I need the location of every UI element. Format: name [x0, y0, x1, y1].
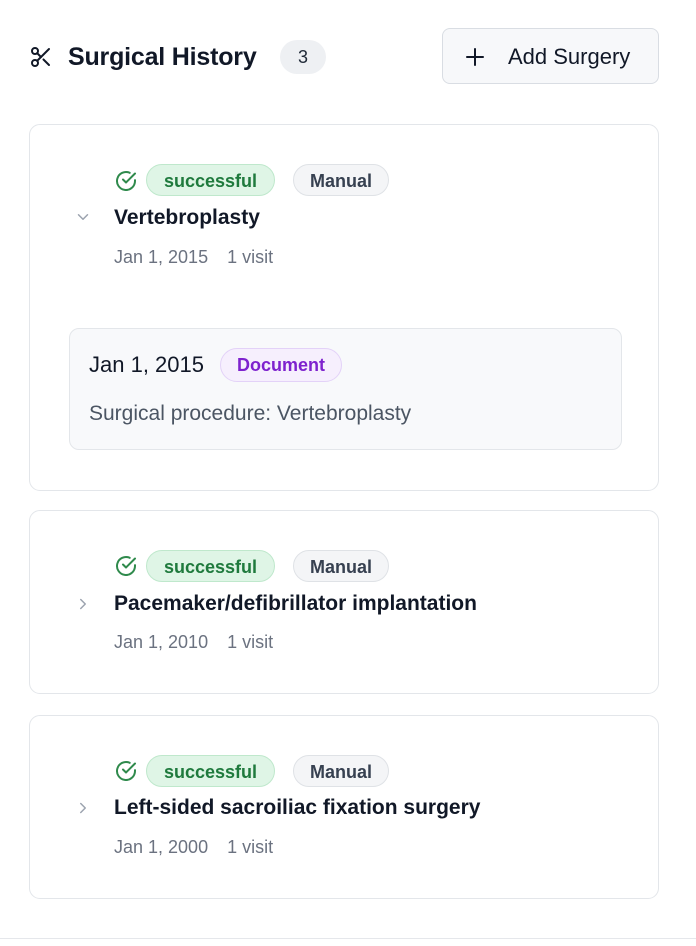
chevron-right-icon[interactable]	[74, 595, 92, 613]
visit-count: 1 visit	[227, 632, 274, 652]
procedure-name[interactable]: Pacemaker/defibrillator implantation	[114, 590, 477, 618]
procedure-name[interactable]: Vertebroplasty	[114, 204, 260, 232]
record-date: Jan 1, 2015	[89, 352, 204, 377]
procedure-date: Jan 1, 2015	[114, 247, 209, 267]
source-badge: Manual	[293, 755, 390, 787]
procedure-date: Jan 1, 2000	[114, 837, 209, 857]
check-circle-icon	[116, 556, 136, 576]
surgery-card: successful Manual Pacemaker/defibrillato…	[29, 510, 659, 694]
visit-count: 1 visit	[227, 837, 274, 857]
page-title: Surgical History	[68, 43, 257, 71]
plus-icon	[466, 48, 484, 66]
status-badge: successful	[146, 164, 276, 196]
visit-count: 1 visit	[227, 247, 274, 267]
source-badge: Manual	[293, 164, 390, 196]
surgical-history-header: Surgical History 3 Add Surgery	[0, 0, 696, 110]
procedure-name[interactable]: Left-sided sacroiliac fixation surgery	[114, 794, 480, 822]
procedure-date: Jan 1, 2010	[114, 632, 209, 652]
add-surgery-button[interactable]: Add Surgery	[442, 28, 659, 84]
chevron-down-icon[interactable]	[74, 208, 92, 226]
surgery-count-badge: 3	[280, 40, 326, 74]
document-badge: Document	[220, 348, 343, 382]
surgery-card: successful Manual Vertebroplasty Jan 1, …	[29, 124, 659, 491]
procedure-meta: Jan 1, 2015 1 visit	[114, 245, 273, 269]
status-badge: successful	[146, 755, 276, 787]
status-badge: successful	[146, 550, 276, 582]
visit-record: Jan 1, 2015 Document Surgical procedure:…	[69, 328, 622, 450]
procedure-meta: Jan 1, 2010 1 visit	[114, 630, 273, 654]
source-badge: Manual	[293, 550, 390, 582]
procedure-meta: Jan 1, 2000 1 visit	[114, 835, 273, 859]
surgery-card: successful Manual Left-sided sacroiliac …	[29, 715, 659, 899]
divider	[0, 938, 696, 939]
chevron-right-icon[interactable]	[74, 799, 92, 817]
check-circle-icon	[116, 171, 136, 191]
record-description: Surgical procedure: Vertebroplasty	[89, 402, 412, 425]
check-circle-icon	[116, 761, 136, 781]
scissors-icon	[31, 47, 50, 67]
add-surgery-label: Add Surgery	[508, 44, 631, 69]
